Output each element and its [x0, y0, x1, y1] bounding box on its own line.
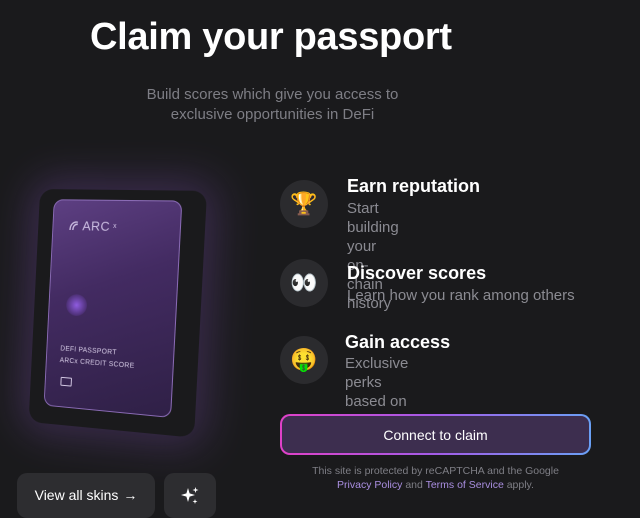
card-brand: ARC [82, 218, 111, 234]
card-line-credit-score: ARCx CREDIT SCORE [59, 357, 135, 370]
feature-title: Earn reputation [347, 176, 481, 196]
feature-title: Discover scores [347, 263, 487, 283]
connect-to-claim-button[interactable]: Connect to claim [280, 414, 591, 455]
card-orb [65, 293, 88, 317]
subtitle-line: exclusive opportunities in DeFi [170, 106, 375, 123]
feature-title: Gain access [345, 332, 451, 352]
card-logo: ARC x [68, 218, 117, 234]
feature-desc: Learn how you rank among others [347, 287, 575, 304]
recaptcha-apply: apply. [506, 479, 534, 491]
page-title: Claim your passport [90, 16, 452, 58]
arrow-right-icon: → [123, 487, 138, 503]
subtitle-line: Build scores which give you access to [146, 86, 399, 103]
page-subtitle: Build scores which give you access to ex… [0, 85, 545, 125]
view-all-skins-button[interactable]: View all skins → [17, 473, 155, 518]
arc-logo-icon [68, 220, 80, 232]
card-brand-sup: x [112, 222, 118, 231]
sparkles-icon [181, 487, 199, 504]
sparkle-button[interactable] [164, 473, 216, 518]
card-line-defi-passport: DEFI PASSPORT [60, 345, 117, 357]
card-chip-icon [60, 376, 72, 387]
terms-of-service-link[interactable]: Terms of Service [426, 479, 504, 491]
trophy-icon: 🏆 [280, 180, 328, 228]
recaptcha-notice: This site is protected by reCAPTCHA and … [280, 464, 591, 492]
eyes-icon: 👀 [280, 259, 328, 307]
privacy-policy-link[interactable]: Privacy Policy [337, 479, 402, 491]
recaptcha-text: This site is protected by reCAPTCHA and … [312, 465, 559, 477]
passport-card: ARC x DEFI PASSPORT ARCx CREDIT SCORE [43, 199, 183, 419]
view-all-skins-label: View all skins [34, 487, 119, 503]
money-face-icon: 🤑 [280, 336, 328, 384]
recaptcha-and: and [405, 479, 423, 491]
